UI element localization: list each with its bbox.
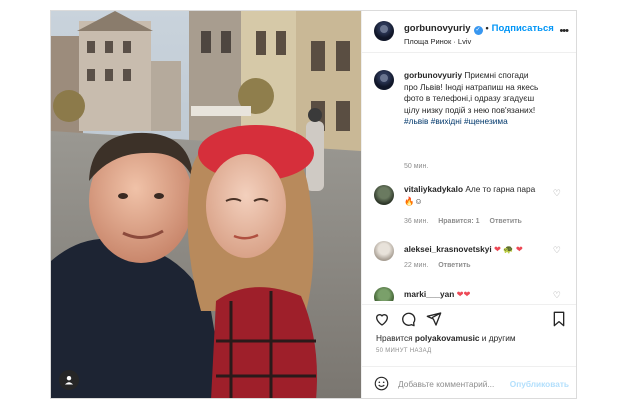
likes-user-link[interactable]: polyakovamusic xyxy=(415,333,480,343)
comments-list: gorbunovyuriy Приємні спогади про Львів!… xyxy=(362,54,576,301)
username-link[interactable]: gorbunovyuriy xyxy=(404,23,471,34)
share-icon[interactable] xyxy=(426,311,442,327)
likes-summary: Нравится polyakovamusic и другим xyxy=(376,333,516,343)
caption-username[interactable]: gorbunovyuriy xyxy=(404,70,462,80)
avatar[interactable] xyxy=(374,70,394,90)
avatar[interactable] xyxy=(374,21,394,41)
comment-emoji: ❤❤ xyxy=(456,289,471,299)
action-bar xyxy=(362,304,576,332)
comment-time: 22 мин. xyxy=(404,262,429,269)
avatar[interactable] xyxy=(374,287,394,301)
more-icon[interactable]: ••• xyxy=(559,25,569,37)
heart-icon[interactable]: ♡ xyxy=(553,245,561,256)
post-photo[interactable] xyxy=(51,11,361,398)
add-comment-bar: Опубликовать xyxy=(362,366,576,398)
comment-username[interactable]: aleksei_krasnovetskyi xyxy=(404,244,492,254)
user-tag-icon xyxy=(65,376,73,385)
publish-button[interactable]: Опубликовать xyxy=(510,379,569,389)
post-header: gorbunovyuriy ✓ • Подписаться Площа Ринок ·… xyxy=(362,11,576,53)
instagram-post: gorbunovyuriy ✓ • Подписаться Площа Ринок ·… xyxy=(50,10,577,399)
comment-likes[interactable]: Нравится: 1 xyxy=(438,218,479,225)
likes-suffix[interactable]: и другим xyxy=(479,333,516,343)
caption-time: 50 мин. xyxy=(404,163,429,170)
heart-icon[interactable] xyxy=(374,311,390,327)
reply-button[interactable]: Ответить xyxy=(438,262,470,269)
comment-time: 36 мин. xyxy=(404,218,429,225)
heart-icon[interactable]: ♡ xyxy=(553,290,561,301)
caption-hashtags[interactable]: #львів #вихідні #щенезима xyxy=(404,116,508,126)
photo-scene xyxy=(51,11,361,398)
emoji-icon[interactable] xyxy=(374,376,389,391)
comment-icon[interactable] xyxy=(400,311,416,327)
comment-emoji: ❤ 🐢 ❤ xyxy=(493,244,523,254)
location-link[interactable]: Площа Ринок · Lviv xyxy=(404,37,471,46)
post-timestamp: 50 МИНУТ НАЗАД xyxy=(376,348,432,354)
user-tag-button[interactable] xyxy=(59,370,79,390)
avatar[interactable] xyxy=(374,241,394,261)
likes-prefix: Нравится xyxy=(376,333,415,343)
verified-icon: ✓ xyxy=(473,26,483,35)
reply-button[interactable]: Ответить xyxy=(490,218,522,225)
bookmark-icon[interactable] xyxy=(551,311,567,327)
avatar[interactable] xyxy=(374,185,394,205)
follow-button[interactable]: Подписаться xyxy=(492,23,554,34)
comment-text: Але то гарна пара xyxy=(465,184,536,194)
separator-dot: • xyxy=(485,23,489,33)
comment-input[interactable] xyxy=(398,376,508,392)
comment-username[interactable]: vitaliykadykalo xyxy=(404,184,463,194)
heart-icon[interactable]: ♡ xyxy=(553,188,561,199)
comment-emoji: 🔥☺ xyxy=(404,195,423,206)
post-details-panel: gorbunovyuriy ✓ • Подписаться Площа Ринок ·… xyxy=(361,11,576,398)
comment-username[interactable]: marki___yan xyxy=(404,289,454,299)
